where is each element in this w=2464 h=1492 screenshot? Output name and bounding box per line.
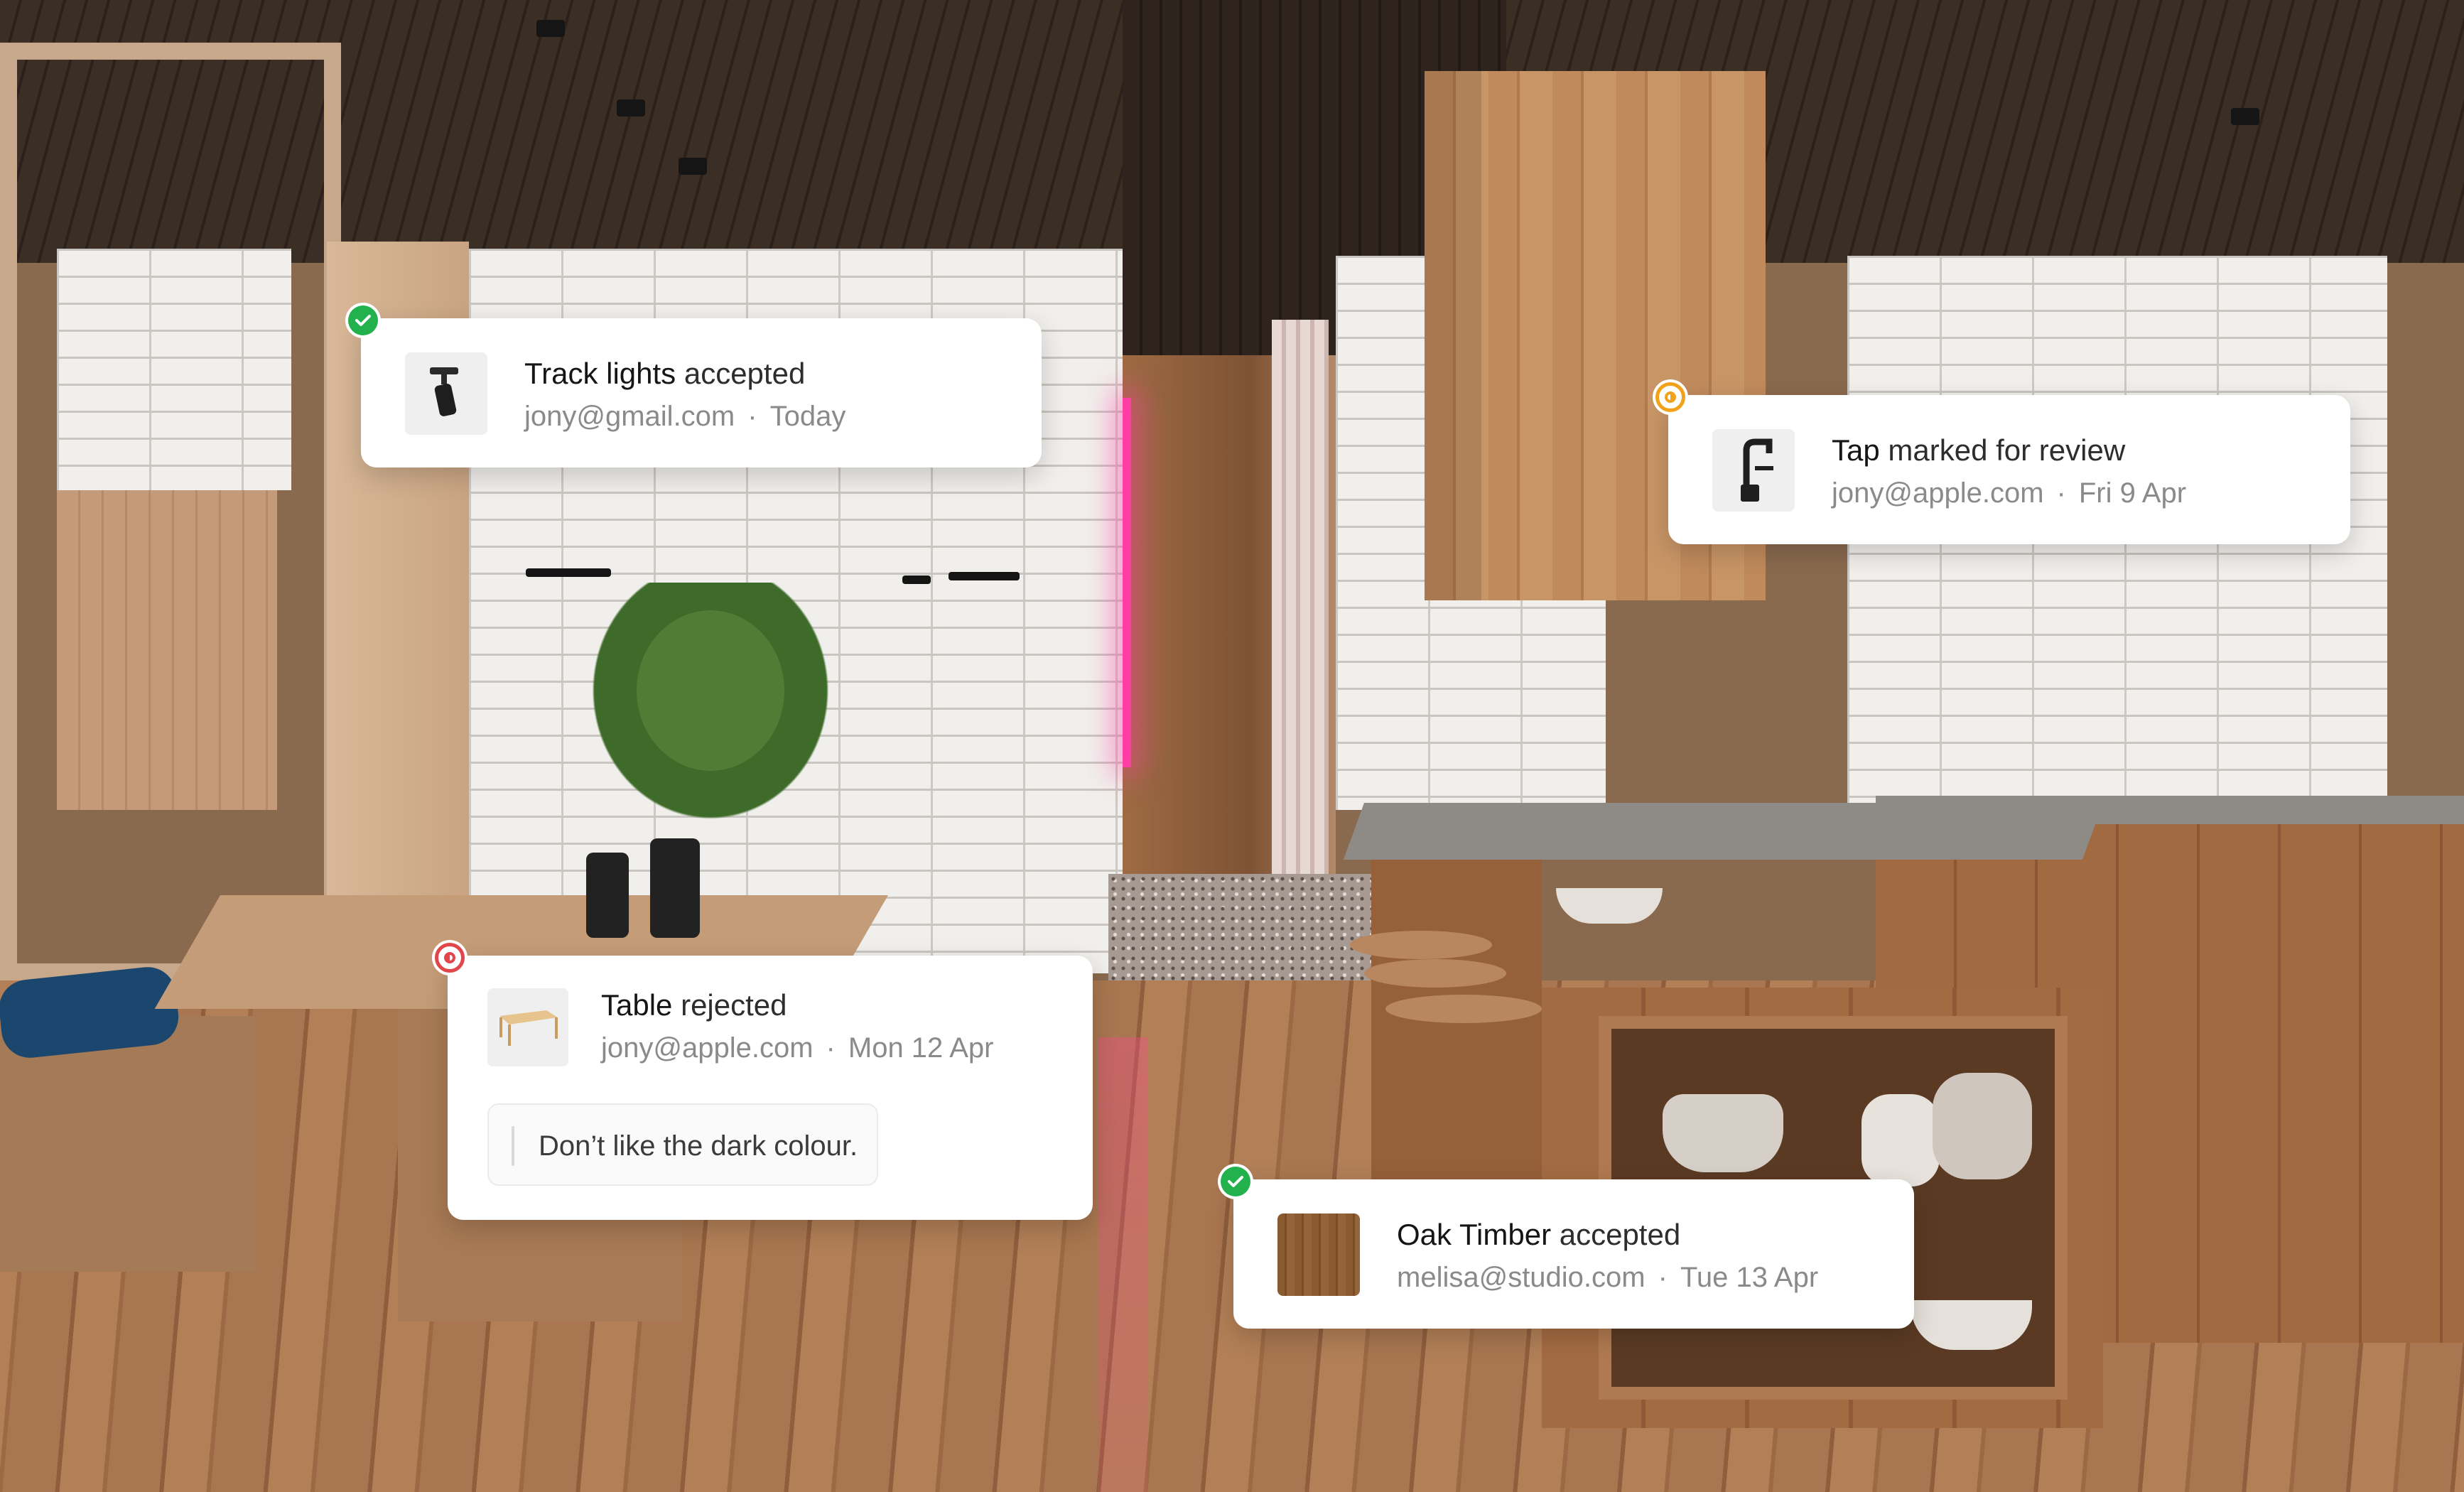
black-vase xyxy=(650,838,700,938)
card-title: Track lights accepted xyxy=(524,354,845,394)
pink-neon-light xyxy=(1123,398,1131,767)
accepted-status-badge xyxy=(345,303,381,338)
potted-plant xyxy=(561,583,860,853)
half-circle-icon xyxy=(1655,382,1685,412)
user-email: jony@apple.com xyxy=(1832,477,2044,509)
track-light-icon xyxy=(405,352,487,435)
island-benchtop xyxy=(1343,803,2103,860)
user-email: jony@apple.com xyxy=(601,1032,814,1064)
meta-separator: · xyxy=(1658,1262,1668,1293)
timestamp: Tue 13 Apr xyxy=(1680,1262,1819,1293)
ceramic-bowl xyxy=(1663,1094,1783,1172)
activity-card-track-lights[interactable]: Track lights accepted jony@gmail.com · Tod… xyxy=(345,303,1042,467)
wall-light xyxy=(949,572,1020,580)
card-meta: jony@gmail.com · Today xyxy=(524,396,845,436)
black-vase xyxy=(586,853,629,938)
rejected-status-badge xyxy=(432,940,468,975)
oak-timber-swatch xyxy=(1277,1213,1360,1296)
card-meta: jony@apple.com · Mon 12 Apr xyxy=(601,1028,993,1068)
comment-text: Don’t like the dark colour. xyxy=(539,1130,858,1162)
half-circle-icon xyxy=(435,943,465,973)
ceiling-spotlight xyxy=(679,158,707,175)
check-icon xyxy=(1221,1167,1250,1196)
kitchen-background-photo xyxy=(0,0,2464,1492)
card-title: Table rejected xyxy=(601,985,993,1025)
card-meta: melisa@studio.com · Tue 13 Apr xyxy=(1397,1258,1818,1297)
bar-stool xyxy=(1385,995,1542,1023)
floor-light-reflection xyxy=(1098,1037,1147,1492)
check-icon xyxy=(348,306,378,335)
bar-stool xyxy=(1350,931,1492,959)
bar-stool xyxy=(1364,959,1506,988)
item-name: Tap xyxy=(1832,433,1880,467)
card-title: Oak Timber accepted xyxy=(1397,1215,1818,1255)
action-text: accepted xyxy=(1559,1218,1681,1251)
meta-separator: · xyxy=(826,1032,836,1064)
comment-quote-bar xyxy=(512,1126,514,1166)
ceiling-spotlight xyxy=(617,99,645,117)
meta-separator: · xyxy=(2056,477,2066,509)
user-email: melisa@studio.com xyxy=(1397,1262,1646,1293)
ceiling-spotlight xyxy=(2231,108,2259,125)
action-text: accepted xyxy=(683,357,806,390)
table-icon xyxy=(487,988,568,1066)
item-name: Track lights xyxy=(524,357,676,390)
accepted-status-badge xyxy=(1218,1164,1253,1199)
bench-bowl xyxy=(1556,888,1663,924)
activity-card-table[interactable]: Table rejected jony@apple.com · Mon 12 Apr… xyxy=(432,940,1093,1220)
card-title: Tap marked for review xyxy=(1832,431,2186,470)
window-frame xyxy=(0,43,341,980)
timestamp: Today xyxy=(769,401,846,432)
ceramic-pot xyxy=(1933,1073,2032,1179)
user-email: jony@gmail.com xyxy=(524,401,735,432)
timestamp: Mon 12 Apr xyxy=(848,1032,994,1064)
action-text: rejected xyxy=(681,988,787,1022)
card-meta: jony@apple.com · Fri 9 Apr xyxy=(1832,473,2186,513)
review-status-badge xyxy=(1653,379,1688,415)
ceramic-vase xyxy=(1861,1094,1940,1186)
ceiling-spotlight xyxy=(536,20,565,37)
tap-icon xyxy=(1712,429,1795,512)
timestamp: Fri 9 Apr xyxy=(2078,477,2187,509)
range-hood-shadow xyxy=(1425,71,1481,600)
rejection-comment: Don’t like the dark colour. xyxy=(487,1103,878,1186)
activity-card-tap[interactable]: Tap marked for review jony@apple.com · Fri… xyxy=(1653,379,2350,544)
item-name: Table xyxy=(601,988,673,1022)
activity-card-oak-timber[interactable]: Oak Timber accepted melisa@studio.com · Tu… xyxy=(1218,1164,1914,1329)
curtain xyxy=(1272,320,1329,909)
meta-separator: · xyxy=(747,401,757,432)
item-name: Oak Timber xyxy=(1397,1218,1552,1251)
ceiling-spotlight xyxy=(902,575,931,584)
wall-light xyxy=(526,568,611,577)
action-text: marked for review xyxy=(1888,433,2126,467)
